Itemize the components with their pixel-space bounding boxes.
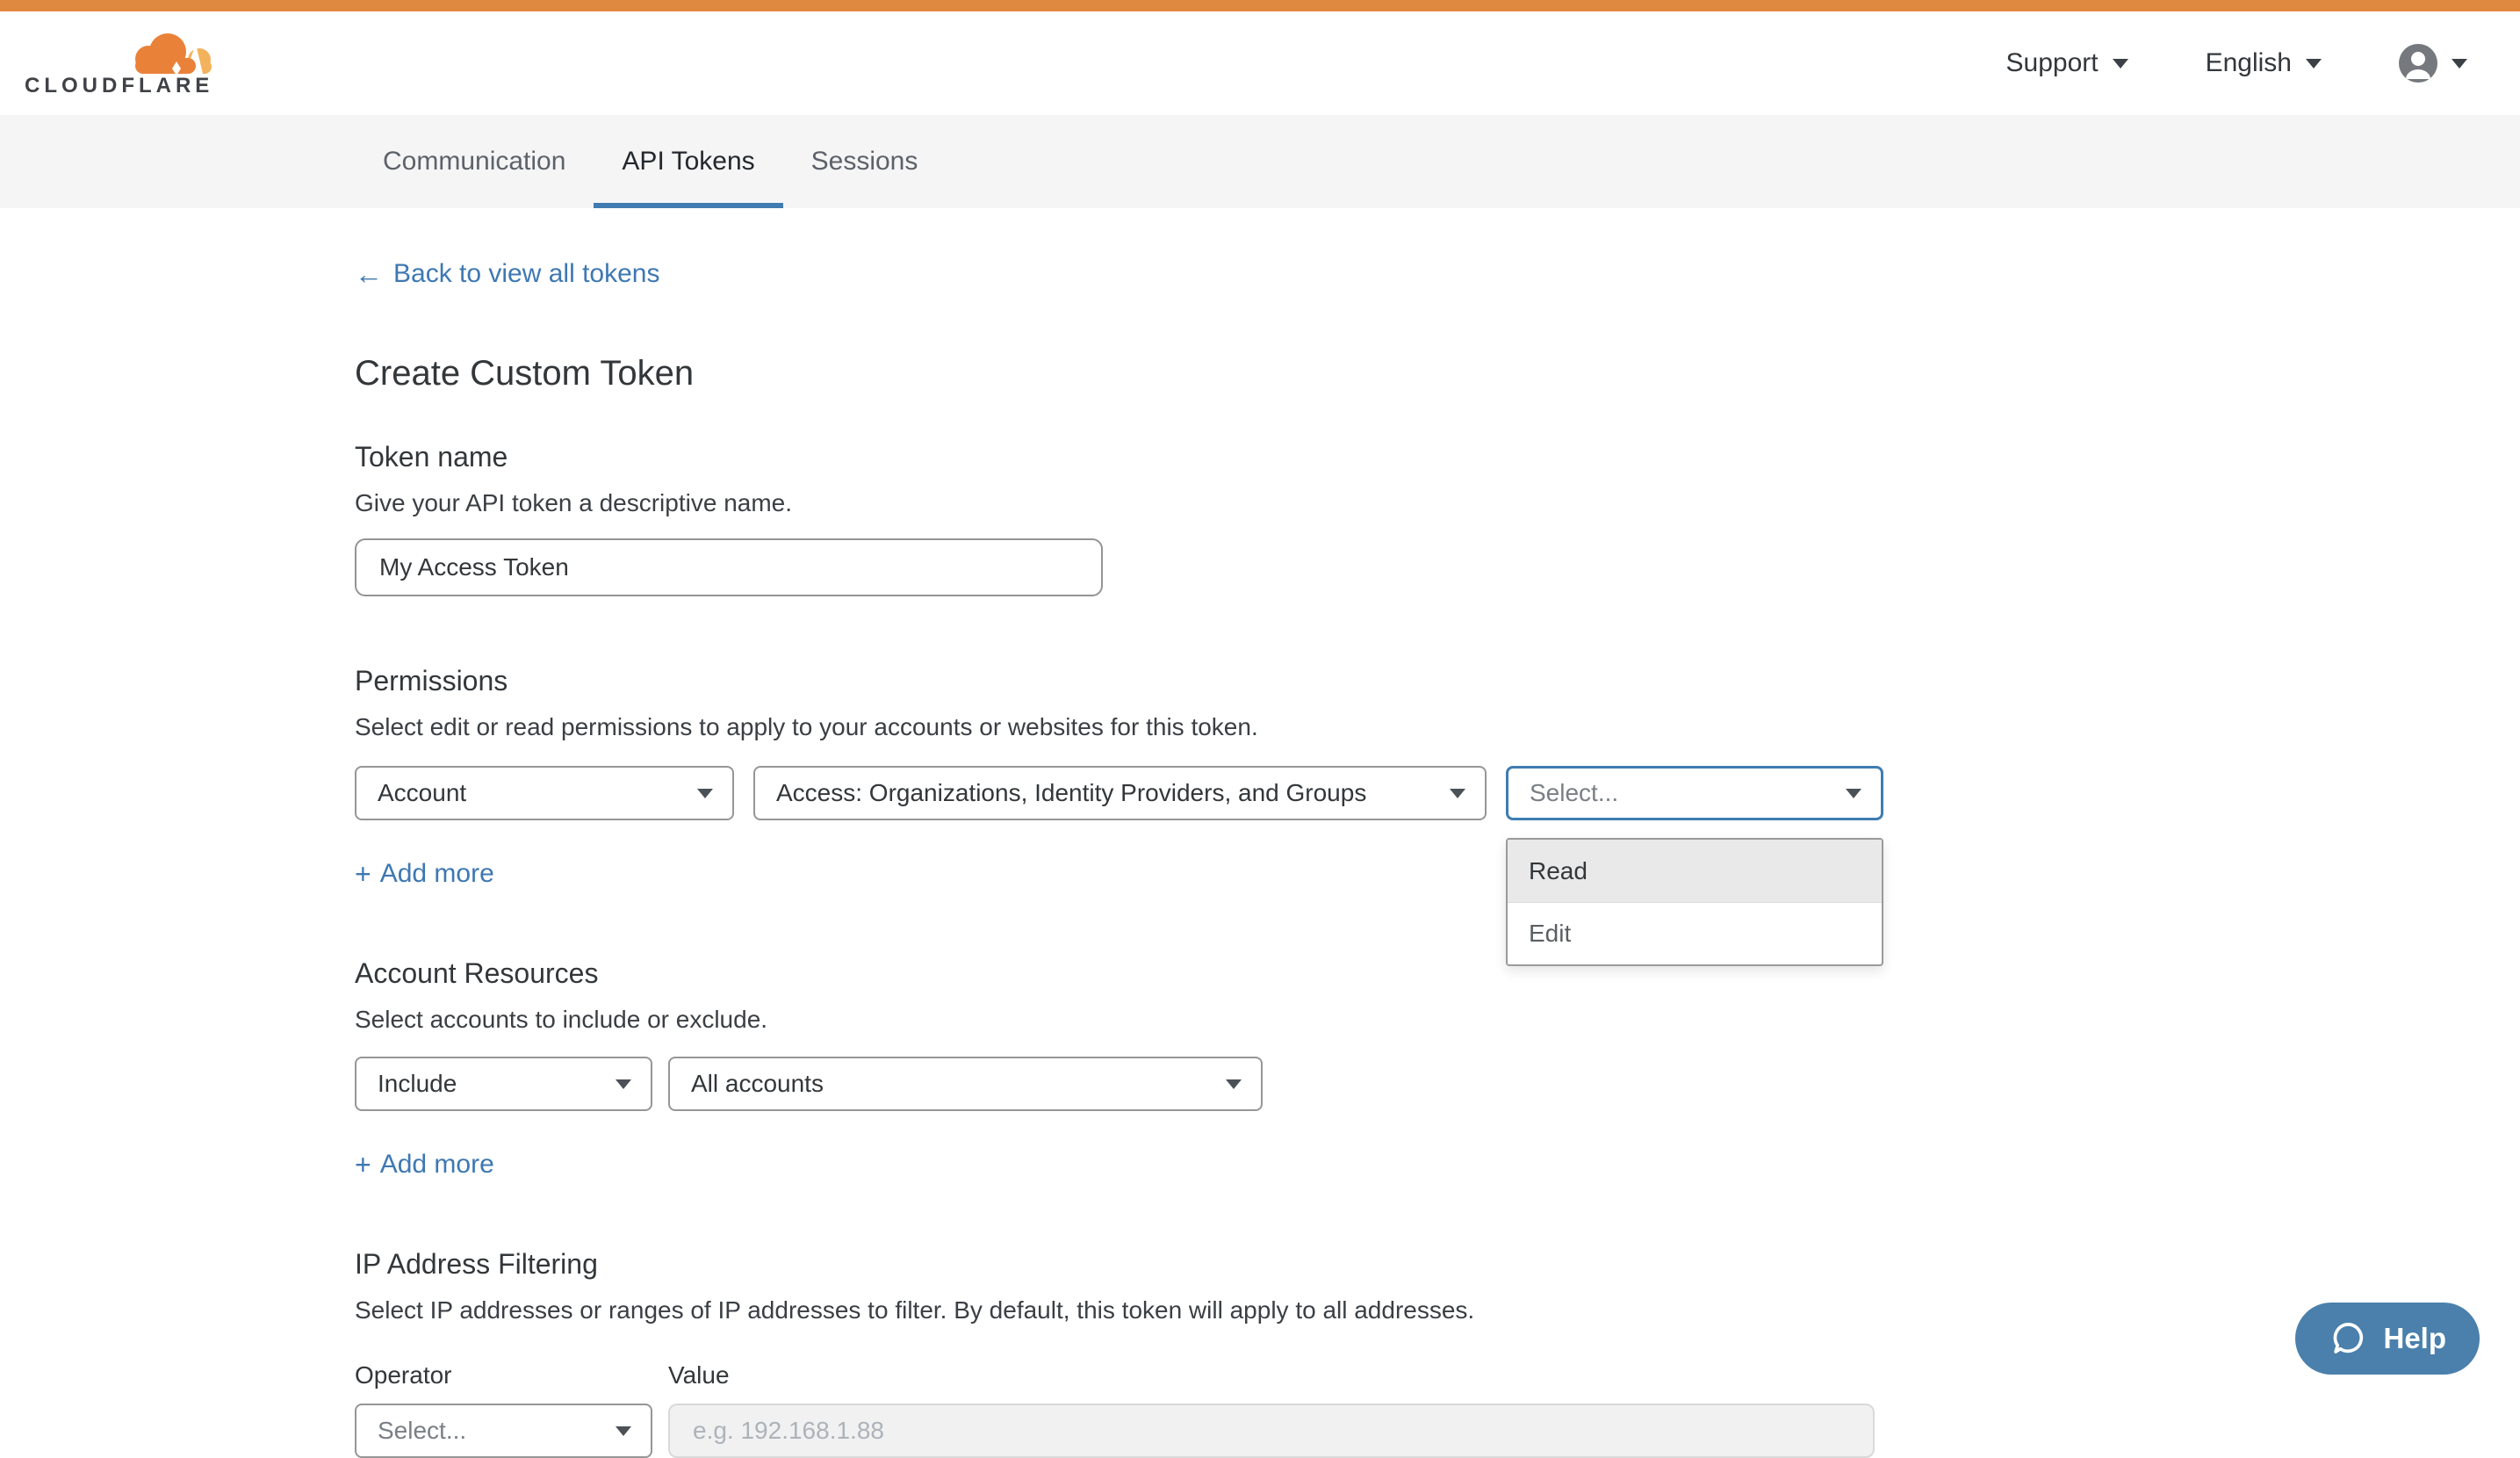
permission-level-select[interactable]: Select... bbox=[1506, 766, 1883, 820]
ip-operator-select[interactable]: Select... bbox=[355, 1404, 652, 1458]
chat-bubble-icon bbox=[2329, 1319, 2367, 1358]
operator-label: Operator bbox=[355, 1361, 668, 1389]
caret-down-icon bbox=[1450, 789, 1465, 798]
plus-icon: + bbox=[355, 860, 371, 888]
select-value: Account bbox=[378, 779, 466, 807]
permission-level-select-wrap: Select... Read Edit bbox=[1506, 766, 1883, 820]
help-button-label: Help bbox=[2383, 1322, 2446, 1355]
caret-down-icon bbox=[697, 789, 713, 798]
language-menu[interactable]: English bbox=[2206, 48, 2322, 78]
user-menu[interactable] bbox=[2399, 44, 2467, 83]
add-more-label: Add more bbox=[380, 859, 494, 889]
help-button[interactable]: Help bbox=[2295, 1303, 2480, 1375]
permission-group-select[interactable]: Access: Organizations, Identity Provider… bbox=[753, 766, 1487, 820]
language-menu-label: English bbox=[2206, 48, 2292, 78]
caret-down-icon bbox=[616, 1426, 631, 1436]
tab-sessions[interactable]: Sessions bbox=[783, 115, 947, 208]
caret-down-icon bbox=[1846, 789, 1861, 798]
back-link-label: Back to view all tokens bbox=[393, 259, 659, 289]
brand-accent-bar bbox=[0, 0, 2520, 11]
cloudflare-wordmark: CLOUDFLARE bbox=[25, 76, 213, 97]
cloudflare-cloud-icon bbox=[122, 30, 213, 74]
add-more-label: Add more bbox=[380, 1150, 494, 1180]
support-menu-label: Support bbox=[2006, 48, 2099, 78]
permissions-description: Select edit or read permissions to apply… bbox=[355, 713, 2520, 741]
tab-label: Communication bbox=[383, 147, 565, 177]
ip-filtering-heading: IP Address Filtering bbox=[355, 1248, 2520, 1281]
ip-filtering-row: Select... bbox=[355, 1404, 2520, 1458]
account-resources-heading: Account Resources bbox=[355, 957, 2520, 990]
header-nav: Support English bbox=[1929, 44, 2467, 83]
page-title: Create Custom Token bbox=[355, 354, 2520, 393]
account-resources-row: Include All accounts bbox=[355, 1057, 2520, 1111]
token-name-description: Give your API token a descriptive name. bbox=[355, 489, 2520, 517]
profile-tab-bar: Communication API Tokens Sessions bbox=[0, 115, 2520, 208]
user-avatar-icon bbox=[2399, 44, 2437, 83]
main-content: ← Back to view all tokens Create Custom … bbox=[0, 208, 2520, 1458]
select-value: Access: Organizations, Identity Provider… bbox=[776, 779, 1366, 807]
cloudflare-logo[interactable]: CLOUDFLARE bbox=[25, 30, 213, 97]
menu-option-read[interactable]: Read bbox=[1508, 840, 1882, 902]
tab-api-tokens[interactable]: API Tokens bbox=[594, 115, 782, 208]
account-resources-description: Select accounts to include or exclude. bbox=[355, 1006, 2520, 1034]
support-menu[interactable]: Support bbox=[2006, 48, 2128, 78]
select-value: All accounts bbox=[691, 1070, 824, 1098]
permissions-add-more-link[interactable]: + Add more bbox=[355, 859, 494, 889]
ip-filtering-labels: Operator Value bbox=[355, 1361, 2520, 1389]
tab-label: API Tokens bbox=[622, 147, 754, 177]
ip-filtering-description: Select IP addresses or ranges of IP addr… bbox=[355, 1296, 2520, 1324]
menu-option-edit[interactable]: Edit bbox=[1508, 902, 1882, 964]
ip-value-input[interactable] bbox=[668, 1404, 1875, 1458]
token-name-heading: Token name bbox=[355, 441, 2520, 473]
accounts-select[interactable]: All accounts bbox=[668, 1057, 1263, 1111]
value-label: Value bbox=[668, 1361, 730, 1389]
caret-down-icon bbox=[1226, 1079, 1242, 1089]
account-resources-add-more-link[interactable]: + Add more bbox=[355, 1150, 494, 1180]
permission-level-menu: Read Edit bbox=[1506, 838, 1883, 966]
token-name-input[interactable] bbox=[355, 538, 1103, 596]
tab-communication[interactable]: Communication bbox=[355, 115, 594, 208]
select-placeholder: Select... bbox=[378, 1417, 466, 1445]
chevron-down-icon bbox=[2113, 59, 2128, 69]
select-placeholder: Select... bbox=[1530, 779, 1618, 807]
tab-label: Sessions bbox=[811, 147, 918, 177]
caret-down-icon bbox=[616, 1079, 631, 1089]
app-header: CLOUDFLARE Support English bbox=[0, 11, 2520, 115]
include-exclude-select[interactable]: Include bbox=[355, 1057, 652, 1111]
select-value: Include bbox=[378, 1070, 457, 1098]
permissions-heading: Permissions bbox=[355, 665, 2520, 697]
chevron-down-icon bbox=[2452, 59, 2467, 69]
arrow-left-icon: ← bbox=[355, 260, 383, 288]
back-to-tokens-link[interactable]: ← Back to view all tokens bbox=[355, 259, 659, 289]
permission-scope-select[interactable]: Account bbox=[355, 766, 734, 820]
permissions-row: Account Access: Organizations, Identity … bbox=[355, 766, 2520, 820]
plus-icon: + bbox=[355, 1151, 371, 1179]
chevron-down-icon bbox=[2306, 59, 2322, 69]
